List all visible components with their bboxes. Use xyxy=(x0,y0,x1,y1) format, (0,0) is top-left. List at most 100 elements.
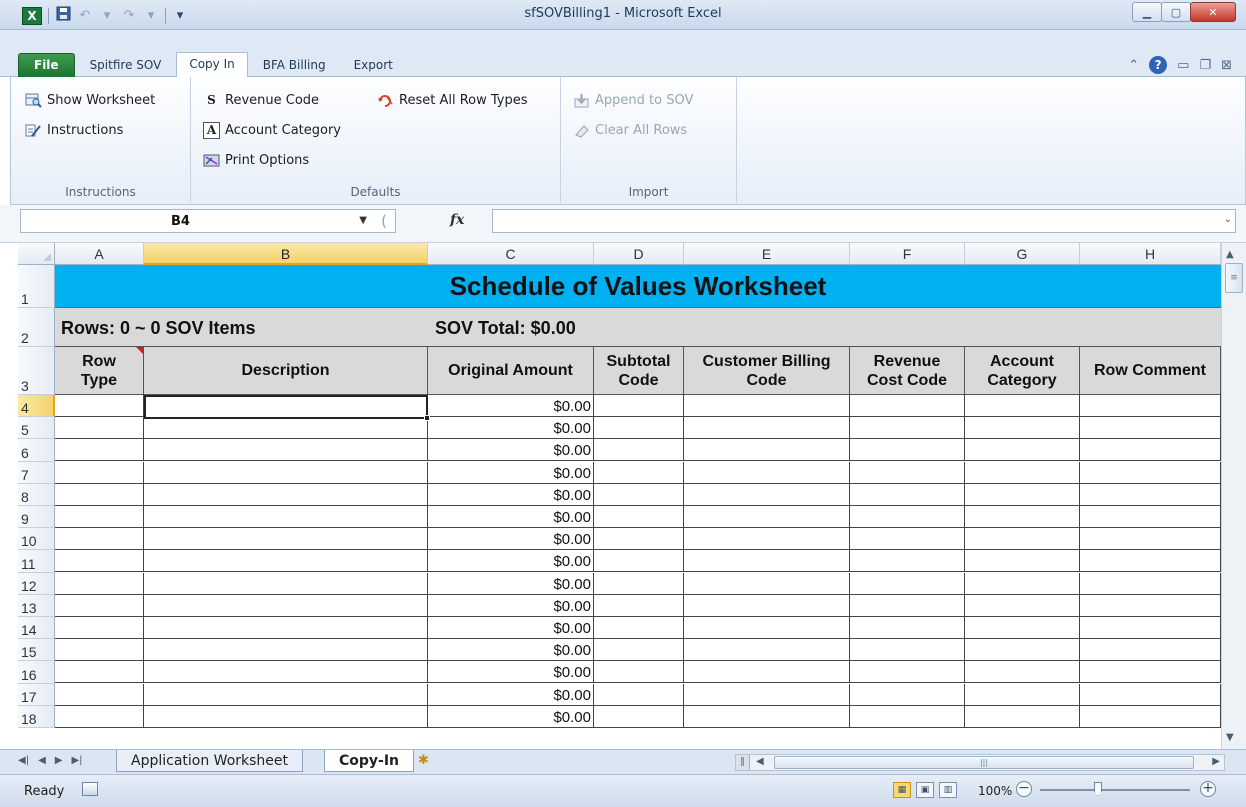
cell-row-type[interactable] xyxy=(55,550,144,573)
cell-customer-billing-code[interactable] xyxy=(684,506,850,528)
row-header-4[interactable]: 4 xyxy=(18,395,55,418)
formula-input[interactable]: ⌄ xyxy=(492,209,1236,233)
scroll-right-icon[interactable]: ▶ xyxy=(1212,756,1220,767)
cell-row-type[interactable] xyxy=(55,705,144,728)
workbook-close-icon[interactable]: ⊠ xyxy=(1221,58,1232,73)
sheet-tab-application-worksheet[interactable]: Application Worksheet xyxy=(116,750,304,772)
cell-row-comment[interactable] xyxy=(1080,461,1221,484)
cell-description[interactable] xyxy=(144,705,428,728)
cell-subtotal-code[interactable] xyxy=(594,705,684,728)
row-header-17[interactable]: 17 xyxy=(18,683,55,706)
header-description[interactable]: Description xyxy=(144,347,428,395)
row-header-11[interactable]: 11 xyxy=(18,550,55,573)
cell-original-amount[interactable]: $0.00 xyxy=(428,483,594,506)
row-header-2[interactable]: 2 xyxy=(18,308,55,347)
account-category-button[interactable]: A Account Category xyxy=(203,119,341,141)
cell-row-comment[interactable] xyxy=(1080,661,1221,684)
record-macro-icon[interactable] xyxy=(82,782,98,796)
minimize-ribbon-icon[interactable]: ⌃ xyxy=(1128,58,1139,73)
cell-description[interactable] xyxy=(144,594,428,617)
cell-revenue-cost-code[interactable] xyxy=(850,506,965,528)
append-to-sov-button[interactable]: Append to SOV xyxy=(573,89,693,111)
cell-original-amount[interactable]: $0.00 xyxy=(428,705,594,728)
cell-row-type[interactable] xyxy=(55,594,144,617)
cell-subtotal-code[interactable] xyxy=(594,639,684,662)
next-sheet-icon[interactable]: ▶ xyxy=(55,755,63,766)
cell-account-category[interactable] xyxy=(965,705,1080,728)
cell-row-type[interactable] xyxy=(55,528,144,551)
cell-customer-billing-code[interactable] xyxy=(684,417,850,440)
cell-description[interactable] xyxy=(144,528,428,551)
cell-row-comment[interactable] xyxy=(1080,572,1221,595)
header-row-type[interactable]: Row Type xyxy=(55,347,144,395)
tab-split-handle[interactable]: ‖ xyxy=(736,755,750,770)
header-subtotal-code[interactable]: Subtotal Code xyxy=(594,347,684,395)
tab-bfa-billing[interactable]: BFA Billing xyxy=(250,53,339,77)
cell-customer-billing-code[interactable] xyxy=(684,572,850,595)
cell-customer-billing-code[interactable] xyxy=(684,639,850,662)
worksheet-grid[interactable]: A B C D E F G H 1 2 3 4 5 6 7 8 9 10 11 12 13 14 15 16 1… xyxy=(18,243,1221,749)
cell-subtotal-code[interactable] xyxy=(594,594,684,617)
cell-description[interactable] xyxy=(144,395,428,417)
clear-all-rows-button[interactable]: Clear All Rows xyxy=(573,119,687,141)
cell-revenue-cost-code[interactable] xyxy=(850,661,965,684)
cell-row-type[interactable] xyxy=(55,617,144,639)
row-header-5[interactable]: 5 xyxy=(18,417,55,440)
cell-row-type[interactable] xyxy=(55,439,144,462)
cell-original-amount[interactable]: $0.00 xyxy=(428,417,594,440)
row-header-15[interactable]: 15 xyxy=(18,639,55,662)
cell-account-category[interactable] xyxy=(965,483,1080,506)
cell-row-comment[interactable] xyxy=(1080,550,1221,573)
cell-customer-billing-code[interactable] xyxy=(684,461,850,484)
column-header-e[interactable]: E xyxy=(684,243,850,265)
cell-revenue-cost-code[interactable] xyxy=(850,439,965,462)
cell-revenue-cost-code[interactable] xyxy=(850,550,965,573)
revenue-code-button[interactable]: S Revenue Code xyxy=(203,89,319,111)
cell-row-type[interactable] xyxy=(55,661,144,684)
row-header-13[interactable]: 13 xyxy=(18,594,55,617)
column-header-f[interactable]: F xyxy=(850,243,965,265)
prev-sheet-icon[interactable]: ◀ xyxy=(38,755,46,766)
cell-subtotal-code[interactable] xyxy=(594,661,684,684)
help-icon[interactable]: ? xyxy=(1149,56,1168,74)
cell-description[interactable] xyxy=(144,617,428,639)
cell-row-comment[interactable] xyxy=(1080,639,1221,662)
column-header-a[interactable]: A xyxy=(55,243,144,265)
cell-subtotal-code[interactable] xyxy=(594,483,684,506)
summary-row[interactable]: Rows: 0 ~ 0 SOV Items SOV Total: $0.00 xyxy=(55,308,1221,347)
cell-revenue-cost-code[interactable] xyxy=(850,417,965,440)
cell-customer-billing-code[interactable] xyxy=(684,439,850,462)
column-header-c[interactable]: C xyxy=(428,243,594,265)
cell-row-comment[interactable] xyxy=(1080,705,1221,728)
zoom-level[interactable]: 100% xyxy=(978,784,1012,798)
select-all-corner[interactable] xyxy=(18,243,55,265)
fill-handle[interactable] xyxy=(424,415,430,421)
cell-subtotal-code[interactable] xyxy=(594,528,684,551)
cell-revenue-cost-code[interactable] xyxy=(850,572,965,595)
cell-row-type[interactable] xyxy=(55,506,144,528)
cell-account-category[interactable] xyxy=(965,395,1080,417)
tab-copy-in[interactable]: Copy In xyxy=(176,52,248,78)
cell-customer-billing-code[interactable] xyxy=(684,705,850,728)
normal-view-icon[interactable]: ▦ xyxy=(893,782,911,798)
scroll-left-icon[interactable]: ◀ xyxy=(756,756,764,767)
cell-revenue-cost-code[interactable] xyxy=(850,639,965,662)
cell-original-amount[interactable]: $0.00 xyxy=(428,661,594,684)
cell-account-category[interactable] xyxy=(965,461,1080,484)
cell-row-type[interactable] xyxy=(55,417,144,440)
column-header-d[interactable]: D xyxy=(594,243,684,265)
page-break-view-icon[interactable]: ▥ xyxy=(939,782,957,798)
horizontal-scrollbar[interactable]: ‖ ◀ ||| ▶ xyxy=(735,754,1225,771)
cell-description[interactable] xyxy=(144,550,428,573)
workbook-minimize-icon[interactable]: ▭ xyxy=(1177,58,1189,73)
tab-spitfire-sov[interactable]: Spitfire SOV xyxy=(77,53,175,77)
cell-customer-billing-code[interactable] xyxy=(684,594,850,617)
cell-subtotal-code[interactable] xyxy=(594,683,684,706)
cell-original-amount[interactable]: $0.00 xyxy=(428,528,594,551)
cell-subtotal-code[interactable] xyxy=(594,417,684,440)
tab-export[interactable]: Export xyxy=(341,53,406,77)
cell-account-category[interactable] xyxy=(965,506,1080,528)
cell-row-comment[interactable] xyxy=(1080,417,1221,440)
vertical-scroll-thumb[interactable]: ≡ xyxy=(1225,263,1243,293)
cell-subtotal-code[interactable] xyxy=(594,461,684,484)
